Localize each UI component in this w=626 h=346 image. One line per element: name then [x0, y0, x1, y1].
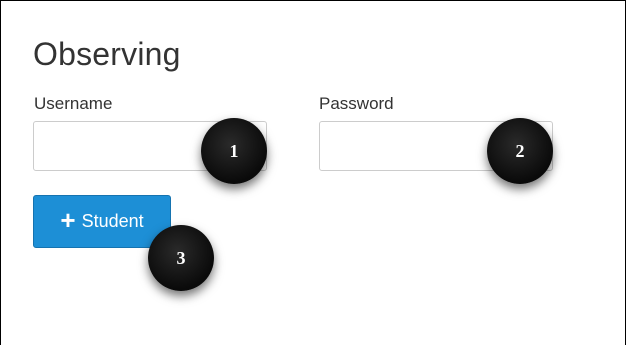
callout-badge-3: 3	[148, 225, 214, 291]
username-label: Username	[34, 94, 113, 113]
callout-badge-1: 1	[201, 118, 267, 184]
callout-badge-2: 2	[487, 118, 553, 184]
page-title: Observing	[33, 36, 181, 72]
password-label: Password	[319, 94, 394, 113]
plus-icon: +	[60, 205, 76, 235]
add-student-button[interactable]: + Student	[33, 195, 171, 248]
add-student-label: Student	[81, 211, 144, 231]
